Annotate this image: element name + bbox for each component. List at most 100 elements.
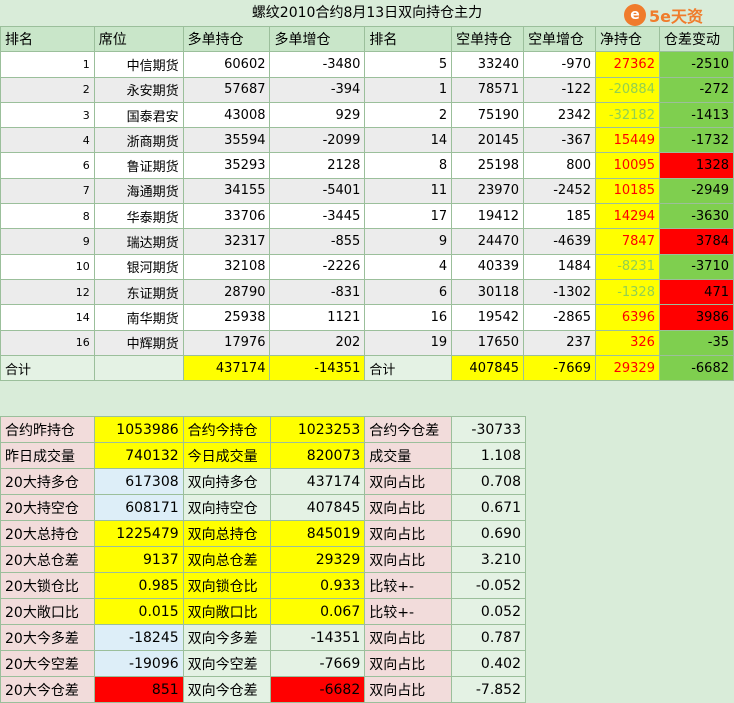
rank-cell: 6 [0,152,95,179]
long-position: 28790 [182,278,271,306]
stat-label-1: 20大锁仓比 [0,572,95,599]
seat-name: 南华期货 [93,304,184,331]
stat-label-2: 双向敞口比 [182,598,271,625]
stat-value-1: 740132 [93,442,184,469]
stat-value-1: 1225479 [93,520,184,547]
rank-cell: 14 [0,304,95,331]
table-row: 4 浙商期货 35594 -2099 14 20145 -367 15449 -1732 [0,127,734,154]
table-row: 1 中信期货 60602 -3480 5 33240 -970 27362 -2510 [0,51,734,78]
stat-value-1: 608171 [93,494,184,521]
stat-value-1: 9137 [93,546,184,573]
stat-label-3: 合约今仓差 [364,416,453,443]
long-change: -831 [269,278,366,306]
rank-cell: 16 [0,329,95,356]
stat-label-2: 双向锁仓比 [182,572,271,599]
stat-label-2: 双向今仓差 [182,676,271,703]
long-position: 32108 [182,253,271,280]
short-position: 40339 [451,253,525,280]
stats-row: 20大敞口比 0.015 双向敞口比 0.067 比较+- 0.052 [0,598,526,625]
long-position: 35293 [182,152,271,179]
stat-value-2: -14351 [269,624,366,651]
position-diff: -272 [658,76,734,103]
total-diff: -6682 [658,354,734,382]
stat-value-1: -19096 [93,650,184,677]
seat-name: 银河期货 [93,253,184,280]
position-diff: -3630 [658,203,734,230]
position-diff: 3784 [658,228,734,255]
header-cell: 排名 [364,25,453,53]
net-position: -20884 [595,76,660,103]
table-row: 6 鲁证期货 35293 2128 8 25198 800 10095 1328 [0,152,734,179]
header-cell: 净持仓 [595,25,660,53]
rank-cell: 8 [0,203,95,230]
stat-label-2: 合约今持仓 [182,416,271,443]
long-change: -5401 [269,177,366,205]
stat-value-1: 851 [93,676,184,703]
short-change: 800 [523,152,597,179]
short-rank: 16 [364,304,453,331]
long-change: 202 [269,329,366,356]
long-change: -3445 [269,203,366,230]
short-rank: 6 [364,278,453,306]
header-cell: 仓差变动 [658,25,734,53]
short-change: 1484 [523,253,597,280]
stats-row: 20大总持仓 1225479 双向总持仓 845019 双向占比 0.690 [0,520,526,547]
long-position: 43008 [182,101,271,129]
rank-cell: 3 [0,101,95,129]
table-row: 16 中辉期货 17976 202 19 17650 237 326 -35 [0,329,734,356]
stat-value-3: -7.852 [451,676,526,703]
stat-label-2: 双向持多仓 [182,468,271,495]
stat-value-1: 617308 [93,468,184,495]
seat-name: 中信期货 [93,51,184,78]
long-position: 60602 [182,51,271,78]
total-net: 29329 [595,354,660,382]
stat-value-1: 0.015 [93,598,184,625]
position-diff: 3986 [658,304,734,331]
position-diff: -35 [658,329,734,356]
stats-table: 合约昨持仓 1053986 合约今持仓 1023253 合约今仓差 -30733 昨日成交量… [0,416,526,703]
stat-label-2: 今日成交量 [182,442,271,469]
short-position: 23970 [451,177,525,205]
table-row: 10 银河期货 32108 -2226 4 40339 1484 -8231 -3710 [0,253,734,280]
stat-label-2: 双向总仓差 [182,546,271,573]
stats-row: 20大持空仓 608171 双向持空仓 407845 双向占比 0.671 [0,494,526,521]
stat-value-2: 0.067 [269,598,366,625]
position-diff: 1328 [658,152,734,179]
short-position: 20145 [451,127,525,154]
position-diff: -1732 [658,127,734,154]
short-change: 2342 [523,101,597,129]
position-diff: -3710 [658,253,734,280]
stat-label-2: 双向今多差 [182,624,271,651]
long-change: -2099 [269,127,366,154]
stat-label-1: 20大敞口比 [0,598,95,625]
stats-row: 20大锁仓比 0.985 双向锁仓比 0.933 比较+- -0.052 [0,572,526,599]
table-row: 8 华泰期货 33706 -3445 17 19412 185 14294 -3630 [0,203,734,230]
net-position: -1328 [595,278,660,306]
seat-name: 浙商期货 [93,127,184,154]
short-rank: 17 [364,203,453,230]
short-position: 25198 [451,152,525,179]
stat-value-3: -0.052 [451,572,526,599]
position-diff: -2949 [658,177,734,205]
stat-label-3: 双向占比 [364,650,453,677]
total-long-chg: -14351 [269,354,366,382]
stat-label-1: 20大总仓差 [0,546,95,573]
header-cell: 空单增仓 [523,25,597,53]
total-empty [93,354,184,382]
brand-logo: e 5e天资 [624,2,732,28]
header-cell: 空单持仓 [451,25,525,53]
stat-value-2: 407845 [269,494,366,521]
long-change: -2226 [269,253,366,280]
stat-label-1: 20大持多仓 [0,468,95,495]
stat-label-2: 双向持空仓 [182,494,271,521]
short-change: -122 [523,76,597,103]
long-change: -394 [269,76,366,103]
rank-cell: 2 [0,76,95,103]
total-row: 合计 437174 -14351 合计 407845 -7669 29329 -… [0,354,734,382]
stat-value-1: -18245 [93,624,184,651]
seat-name: 中辉期货 [93,329,184,356]
total-short: 407845 [451,354,525,382]
stat-label-1: 20大今空差 [0,650,95,677]
stat-label-1: 20大持空仓 [0,494,95,521]
header-cell: 席位 [93,25,184,53]
